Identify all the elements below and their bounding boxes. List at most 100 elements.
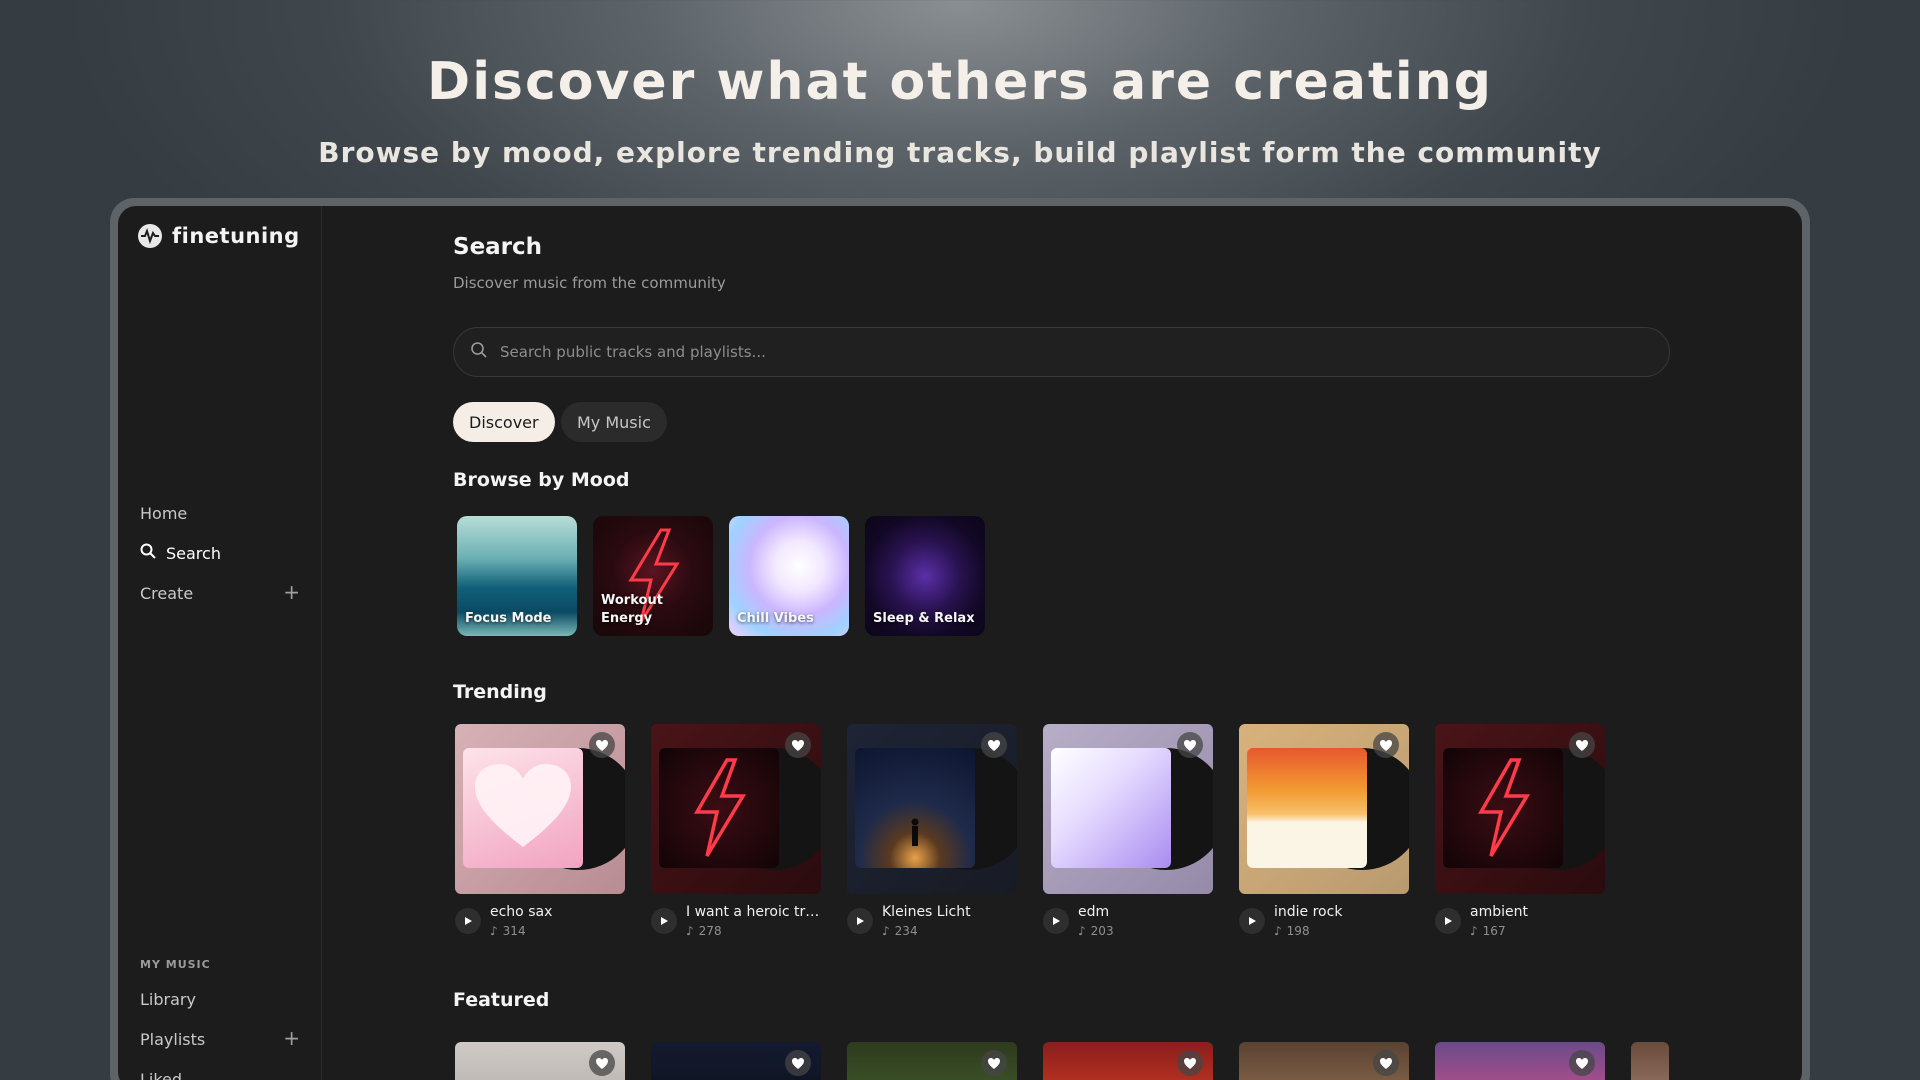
app-window: finetuning Home Search Create + MY MUSIC… — [118, 206, 1802, 1080]
cover-art — [1247, 748, 1367, 868]
track-cover[interactable] — [651, 724, 821, 894]
track-card[interactable]: ambient ♪ 167 — [1435, 724, 1605, 948]
featured-card[interactable] — [1435, 1042, 1605, 1080]
like-button[interactable] — [785, 732, 811, 758]
track-count: ♪ 203 — [1078, 924, 1114, 938]
featured-card[interactable] — [847, 1042, 1017, 1080]
track-title[interactable]: indie rock — [1274, 904, 1410, 920]
lightning-icon — [693, 758, 747, 857]
hero-subtitle: Browse by mood, explore trending tracks,… — [318, 136, 1602, 169]
cover-art — [855, 748, 975, 868]
track-title[interactable]: edm — [1078, 904, 1214, 920]
like-button[interactable] — [1569, 1050, 1595, 1076]
sidebar-item-label: Search — [166, 543, 221, 563]
track-count: ♪ 278 — [686, 924, 722, 938]
sidebar-item-label: Create — [140, 583, 194, 603]
music-note-icon: ♪ — [686, 924, 694, 938]
play-button[interactable] — [1239, 908, 1265, 934]
track-cover[interactable] — [1435, 724, 1605, 894]
mood-card-chill[interactable]: Chill Vibes — [729, 516, 849, 636]
sidebar-item-label: Home — [140, 503, 188, 523]
track-title[interactable]: Kleines Licht — [882, 904, 1018, 920]
featured-heading: Featured — [453, 989, 550, 1011]
featured-card[interactable] — [1239, 1042, 1409, 1080]
mood-card-focus[interactable]: Focus Mode — [457, 516, 577, 636]
track-count: ♪ 234 — [882, 924, 918, 938]
track-cover[interactable] — [455, 724, 625, 894]
track-cover[interactable] — [1043, 724, 1213, 894]
sidebar-item-home[interactable]: Home — [140, 496, 300, 530]
track-count: ♪ 198 — [1274, 924, 1310, 938]
sidebar-item-liked[interactable]: Liked — [140, 1062, 300, 1080]
like-button[interactable] — [1177, 732, 1203, 758]
cover-art — [463, 748, 583, 868]
cover-art — [1443, 748, 1563, 868]
sidebar-item-library[interactable]: Library — [140, 982, 300, 1016]
plus-icon[interactable]: + — [283, 582, 300, 602]
sidebar-item-create[interactable]: Create + — [140, 576, 300, 610]
play-button[interactable] — [651, 908, 677, 934]
music-note-icon: ♪ — [490, 924, 498, 938]
track-card[interactable]: edm ♪ 203 — [1043, 724, 1213, 948]
like-button[interactable] — [1373, 1050, 1399, 1076]
featured-card[interactable] — [455, 1042, 625, 1080]
mood-card-label: Workout Energy — [601, 593, 663, 626]
section-label-my-music: MY MUSIC — [140, 958, 211, 971]
like-button[interactable] — [981, 732, 1007, 758]
cover-art — [1051, 748, 1171, 868]
play-button[interactable] — [1435, 908, 1461, 934]
plus-icon[interactable]: + — [283, 1028, 300, 1048]
mood-card-workout[interactable]: Workout Energy — [593, 516, 713, 636]
page-subtitle: Discover music from the community — [453, 274, 726, 292]
track-cover[interactable] — [1239, 724, 1409, 894]
play-button[interactable] — [455, 908, 481, 934]
search-icon — [470, 341, 488, 363]
like-button[interactable] — [1569, 732, 1595, 758]
music-note-icon: ♪ — [1470, 924, 1478, 938]
track-title[interactable]: ambient — [1470, 904, 1606, 920]
cover-art — [659, 748, 779, 868]
sidebar-item-label: Library — [140, 989, 196, 1009]
featured-card[interactable] — [1043, 1042, 1213, 1080]
sidebar-item-search[interactable]: Search — [140, 536, 300, 570]
figure-icon — [911, 818, 919, 846]
logo-icon — [138, 224, 162, 248]
like-button[interactable] — [981, 1050, 1007, 1076]
track-title[interactable]: I want a heroic tra... — [686, 904, 822, 920]
like-button[interactable] — [1373, 732, 1399, 758]
tab-discover[interactable]: Discover — [453, 402, 555, 442]
browse-by-mood-heading: Browse by Mood — [453, 469, 630, 491]
track-count: ♪ 167 — [1470, 924, 1506, 938]
play-button[interactable] — [1043, 908, 1069, 934]
search-bar[interactable] — [453, 327, 1670, 377]
track-card[interactable]: echo sax ♪ 314 — [455, 724, 625, 948]
like-button[interactable] — [589, 1050, 615, 1076]
main-content: Search Discover music from the community… — [453, 206, 1802, 1080]
search-input[interactable] — [500, 343, 1600, 361]
music-note-icon: ♪ — [882, 924, 890, 938]
sidebar-item-label: Liked — [140, 1069, 183, 1080]
track-card[interactable]: Kleines Licht ♪ 234 — [847, 724, 1017, 948]
music-note-icon: ♪ — [1078, 924, 1086, 938]
lightning-icon — [1477, 758, 1531, 857]
like-button[interactable] — [785, 1050, 811, 1076]
track-count: ♪ 314 — [490, 924, 526, 938]
track-cover[interactable] — [847, 724, 1017, 894]
like-button[interactable] — [1177, 1050, 1203, 1076]
brand[interactable]: finetuning — [138, 224, 300, 248]
mood-card-sleep[interactable]: Sleep & Relax — [865, 516, 985, 636]
track-title[interactable]: echo sax — [490, 904, 626, 920]
sidebar: finetuning Home Search Create + MY MUSIC… — [118, 206, 322, 1080]
featured-card[interactable] — [651, 1042, 821, 1080]
tab-my-music[interactable]: My Music — [561, 402, 667, 442]
like-button[interactable] — [589, 732, 615, 758]
track-card[interactable]: indie rock ♪ 198 — [1239, 724, 1409, 948]
track-card[interactable]: I want a heroic tra... ♪ 278 — [651, 724, 822, 948]
sidebar-item-label: Playlists — [140, 1029, 206, 1049]
play-button[interactable] — [847, 908, 873, 934]
mood-card-label: Sleep & Relax — [873, 611, 975, 626]
sidebar-item-playlists[interactable]: Playlists + — [140, 1022, 300, 1056]
search-icon — [140, 543, 156, 563]
featured-card[interactable] — [1631, 1042, 1669, 1080]
brand-name: finetuning — [172, 224, 300, 248]
